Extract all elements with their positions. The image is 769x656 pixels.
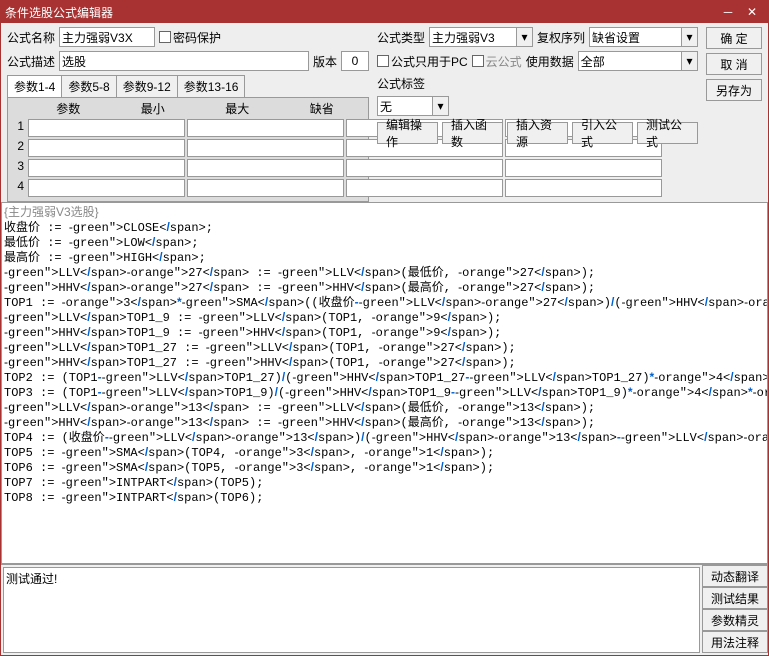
chevron-down-icon: ▾ <box>681 52 697 70</box>
usedata-label: 使用数据 <box>526 53 574 70</box>
tab-params-5-8[interactable]: 参数5-8 <box>61 75 116 97</box>
tab-params-9-12[interactable]: 参数9-12 <box>116 75 178 97</box>
tab-params-13-16[interactable]: 参数13-16 <box>177 75 246 97</box>
chevron-down-icon: ▾ <box>681 28 697 46</box>
rights-label: 复权序列 <box>537 29 585 46</box>
ok-button[interactable]: 确 定 <box>706 27 762 49</box>
message-area: 测试通过! <box>3 567 700 653</box>
usage-note-button[interactable]: 用法注释 <box>702 631 768 653</box>
usedata-select[interactable]: 全部▾ <box>578 51 698 71</box>
param-cell[interactable] <box>28 139 185 157</box>
cloud-checkbox[interactable]: 云公式 <box>472 53 522 70</box>
chevron-down-icon: ▾ <box>432 97 448 115</box>
test-formula-button[interactable]: 测试公式 <box>637 122 698 144</box>
param-cell[interactable] <box>187 159 344 177</box>
formula-code-editor[interactable]: {主力强弱V3选股} 收盘价 := -green">CLOSE</span>; … <box>1 202 768 564</box>
edit-op-button[interactable]: 编辑操作 <box>377 122 438 144</box>
tag-select[interactable]: 无▾ <box>377 96 449 116</box>
import-formula-button[interactable]: 引入公式 <box>572 122 633 144</box>
cancel-button[interactable]: 取 消 <box>706 53 762 75</box>
param-cell[interactable] <box>187 179 344 197</box>
param-cell[interactable] <box>28 179 185 197</box>
version-input[interactable] <box>341 51 369 71</box>
param-cell[interactable] <box>28 119 185 137</box>
name-label: 公式名称 <box>7 29 55 46</box>
param-cell[interactable] <box>187 119 344 137</box>
chevron-down-icon: ▾ <box>516 28 532 46</box>
insert-res-button[interactable]: 插入资源 <box>507 122 568 144</box>
test-result-button[interactable]: 测试结果 <box>702 587 768 609</box>
password-checkbox[interactable]: 密码保护 <box>159 29 221 46</box>
pconly-checkbox[interactable]: 公式只用于PC <box>377 53 468 70</box>
insert-fn-button[interactable]: 插入函数 <box>442 122 503 144</box>
param-tabs: 参数1-4 参数5-8 参数9-12 参数13-16 <box>7 75 369 97</box>
rights-select[interactable]: 缺省设置▾ <box>589 27 698 47</box>
window-title: 条件选股公式编辑器 <box>5 4 716 21</box>
param-cell[interactable] <box>28 159 185 177</box>
type-label: 公式类型 <box>377 29 425 46</box>
tab-params-1-4[interactable]: 参数1-4 <box>7 75 62 97</box>
param-cell[interactable] <box>187 139 344 157</box>
name-input[interactable] <box>59 27 155 47</box>
saveas-button[interactable]: 另存为 <box>706 79 762 101</box>
version-label: 版本 <box>313 53 337 70</box>
close-button[interactable]: ✕ <box>740 5 764 19</box>
param-wizard-button[interactable]: 参数精灵 <box>702 609 768 631</box>
desc-label: 公式描述 <box>7 53 55 70</box>
titlebar: 条件选股公式编辑器 ─ ✕ <box>1 1 768 23</box>
param-grid: 参数 最小 最大 缺省 1 2 3 4 <box>7 97 369 202</box>
dynamic-translate-button[interactable]: 动态翻译 <box>702 565 768 587</box>
type-select[interactable]: 主力强弱V3▾ <box>429 27 533 47</box>
tag-label: 公式标签 <box>377 75 425 92</box>
minimize-button[interactable]: ─ <box>716 5 740 19</box>
desc-input[interactable] <box>59 51 309 71</box>
